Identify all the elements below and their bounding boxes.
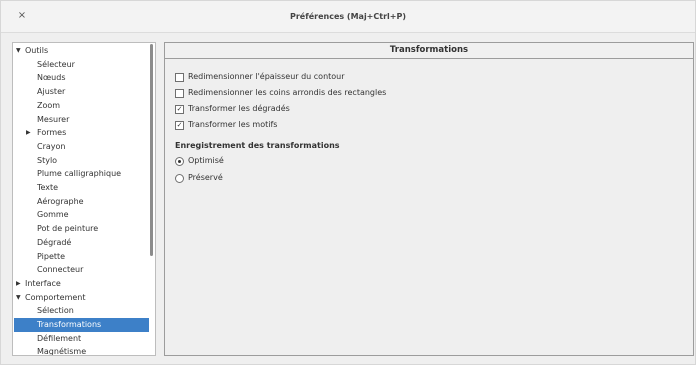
tree-item[interactable]: Dégradé: [14, 236, 149, 250]
tree-item-label: Plume calligraphique: [37, 169, 122, 179]
tree-item[interactable]: Aérographe: [14, 195, 149, 209]
expander-down-icon[interactable]: ▼: [16, 44, 21, 58]
tree-item-label: Transformations: [37, 320, 102, 329]
radio-label: Optimisé: [188, 156, 224, 165]
radio-dot: [178, 160, 181, 163]
tree-item[interactable]: ▶ Formes: [14, 126, 149, 140]
checkbox-label: Transformer les dégradés: [188, 104, 290, 113]
tree-item-label: Dégradé: [37, 237, 72, 247]
tree-item[interactable]: Pot de peinture: [14, 222, 149, 236]
tree-item-label: Crayon: [37, 141, 66, 151]
tree-item[interactable]: Pipette: [14, 250, 149, 264]
expander-right-icon[interactable]: ▶: [26, 126, 31, 140]
checkbox-box[interactable]: ✓: [175, 121, 184, 130]
tree-item-label: Comportement: [25, 292, 86, 302]
tree-item[interactable]: Défilement: [14, 332, 149, 346]
tree-item-label: Gomme: [37, 210, 69, 220]
tree-item-label: Sélecteur: [37, 59, 75, 69]
radio-label: Préservé: [188, 173, 223, 182]
tree-item[interactable]: Magnétisme: [14, 345, 149, 356]
tree-item[interactable]: ▶ Interface: [14, 277, 149, 291]
radio-button[interactable]: [175, 157, 184, 166]
tree-item[interactable]: ▼ Outils: [14, 44, 149, 58]
checkbox-box[interactable]: [175, 89, 184, 98]
tree-item-label: Pot de peinture: [37, 224, 99, 234]
tree-item[interactable]: Mesurer: [14, 113, 149, 127]
tree-item-label: Magnétisme: [37, 347, 87, 356]
tree-item[interactable]: Sélection: [14, 304, 149, 318]
tree-item-label: Mesurer: [37, 114, 70, 124]
tree-item-label: Zoom: [37, 100, 61, 110]
preferences-tree[interactable]: ▼ Outils Sélecteur Nœuds Ajuster Zoom Mesurer ▶…: [12, 42, 156, 356]
tree-item[interactable]: Nœuds: [14, 71, 149, 85]
tree-item-label: Ajuster: [37, 87, 66, 97]
tree-item-label: Outils: [25, 46, 49, 55]
tree-item-label: Connecteur: [37, 265, 84, 275]
tree-item[interactable]: Sélecteur: [14, 58, 149, 72]
tree-item-label: Formes: [37, 128, 67, 138]
tree-scrollbar[interactable]: [150, 44, 153, 256]
tree-item[interactable]: Plume calligraphique: [14, 167, 149, 181]
tree-item[interactable]: Stylo: [14, 154, 149, 168]
tree-item[interactable]: ▼ Comportement: [14, 291, 149, 305]
expander-down-icon[interactable]: ▼: [16, 291, 21, 305]
tree-item[interactable]: Gomme: [14, 208, 149, 222]
checkbox-label: Redimensionner l'épaisseur du contour: [188, 72, 345, 81]
radio-button[interactable]: [175, 174, 184, 183]
transformations-panel: Transformations Redimensionner l'épaisse…: [164, 42, 694, 356]
tree-item-label: Sélection: [37, 306, 74, 316]
expander-right-icon[interactable]: ▶: [16, 277, 21, 291]
tree-item-label: Interface: [25, 278, 61, 288]
checkbox-label: Redimensionner les coins arrondis des re…: [188, 88, 387, 97]
checkbox-box[interactable]: [175, 73, 184, 82]
preferences-window: × Préférences (Maj+Ctrl+P) ▼ Outils Sélect…: [0, 0, 696, 365]
tree-item[interactable]: Texte: [14, 181, 149, 195]
tree-item[interactable]: Transformations: [14, 318, 149, 332]
checkbox-box[interactable]: ✓: [175, 105, 184, 114]
tree-item[interactable]: Zoom: [14, 99, 149, 113]
section-title-storage: Enregistrement des transformations: [175, 141, 340, 150]
window-title: Préférences (Maj+Ctrl+P): [290, 12, 406, 21]
tree-item-label: Défilement: [37, 333, 82, 343]
title-bar: × Préférences (Maj+Ctrl+P): [1, 1, 695, 33]
panel-title: Transformations: [165, 43, 693, 59]
tree-item[interactable]: Connecteur: [14, 263, 149, 277]
tree-item-label: Aérographe: [37, 196, 84, 206]
tree-item[interactable]: Crayon: [14, 140, 149, 154]
checkbox-label: Transformer les motifs: [188, 120, 278, 129]
tree-item-label: Nœuds: [37, 73, 66, 83]
tree-item-label: Texte: [37, 183, 59, 192]
tree-item-label: Stylo: [37, 155, 58, 165]
tree-item-label: Pipette: [37, 251, 66, 261]
tree-item[interactable]: Ajuster: [14, 85, 149, 99]
